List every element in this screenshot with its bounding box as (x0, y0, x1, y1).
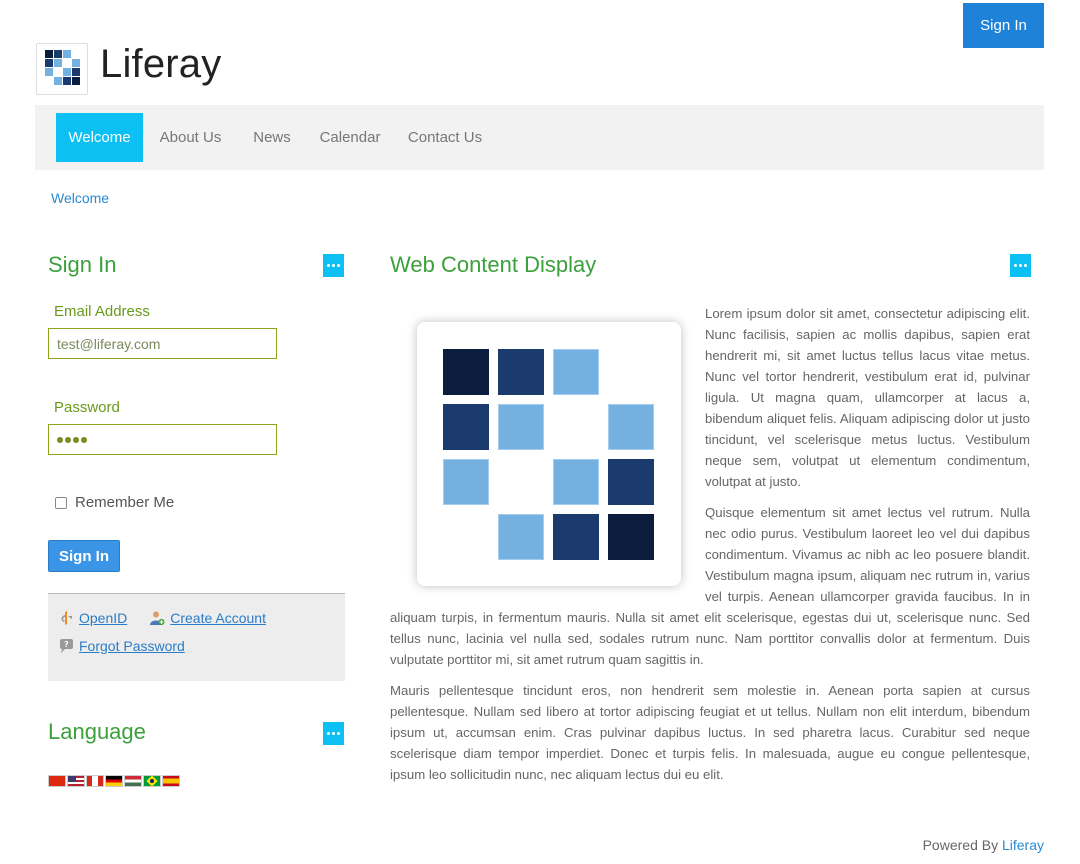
sign-in-submit-button[interactable]: Sign In (48, 540, 120, 572)
nav-item-contact-us[interactable]: Contact Us (405, 113, 485, 162)
nav-item-about-us[interactable]: About Us (153, 113, 228, 162)
forgot-password-row: ? Forgot Password (58, 638, 185, 654)
flag-usa-icon[interactable] (67, 775, 85, 787)
forgot-password-link[interactable]: Forgot Password (79, 638, 185, 654)
flag-hungary-icon[interactable] (124, 775, 142, 787)
dot-icon (1014, 264, 1017, 267)
header-sign-in-button[interactable]: Sign In (963, 3, 1044, 48)
flag-brazil-icon[interactable] (143, 775, 161, 787)
sign-in-options-button[interactable] (323, 254, 344, 277)
language-flags (48, 775, 180, 787)
dot-icon (332, 732, 335, 735)
flag-china-icon[interactable] (48, 775, 66, 787)
main-navigation: Welcome About Us News Calendar Contact U… (35, 105, 1044, 170)
web-content-title: Web Content Display (390, 252, 597, 277)
site-logo[interactable] (36, 43, 88, 95)
content-paragraph-3: Mauris pellentesque tincidunt eros, non … (390, 683, 1030, 782)
dot-icon (327, 732, 330, 735)
site-title[interactable]: Liferay (100, 42, 221, 87)
openid-link[interactable]: OpenID (79, 610, 127, 626)
liferay-logo-icon (45, 50, 80, 85)
dot-icon (332, 264, 335, 267)
remember-me-checkbox[interactable] (55, 496, 67, 509)
add-user-icon (150, 611, 165, 625)
openid-icon (61, 611, 72, 625)
dot-icon (337, 264, 340, 267)
language-options-button[interactable] (323, 722, 344, 745)
language-portlet-title: Language (48, 719, 146, 744)
dot-icon (337, 732, 340, 735)
sign-in-portlet-title: Sign In (48, 252, 117, 277)
nav-item-welcome[interactable]: Welcome (56, 113, 143, 162)
sign-in-navigation: OpenID Create Account ? Forgot Password (48, 593, 345, 681)
web-content-options-button[interactable] (1010, 254, 1031, 277)
help-bubble-icon: ? (60, 639, 73, 653)
password-label: Password (54, 399, 120, 416)
footer-prefix: Powered By (922, 837, 999, 853)
email-label: Email Address (54, 303, 150, 320)
dot-icon (327, 264, 330, 267)
password-mask (57, 436, 87, 443)
create-account-link[interactable]: Create Account (170, 610, 266, 626)
openid-link-row: OpenID Create Account (58, 610, 266, 626)
breadcrumb[interactable]: Welcome (51, 190, 109, 206)
flag-canada-icon[interactable] (86, 775, 104, 787)
nav-item-news[interactable]: News (245, 113, 299, 162)
email-field[interactable]: test@liferay.com (48, 328, 277, 359)
remember-me[interactable]: Remember Me (55, 494, 174, 511)
footer-liferay-link[interactable]: Liferay (1002, 837, 1044, 853)
password-field[interactable] (48, 424, 277, 455)
dot-icon (1024, 264, 1027, 267)
nav-item-calendar[interactable]: Calendar (315, 113, 385, 162)
flag-spain-icon[interactable] (162, 775, 180, 787)
svg-text:?: ? (64, 640, 69, 649)
flag-germany-icon[interactable] (105, 775, 123, 787)
dot-icon (1019, 264, 1022, 267)
footer: Powered By Liferay (923, 837, 1044, 853)
web-content-body: Lorem ipsum dolor sit amet, consectetur … (390, 303, 1030, 785)
remember-me-label: Remember Me (75, 494, 175, 511)
email-value: test@liferay.com (57, 335, 161, 352)
